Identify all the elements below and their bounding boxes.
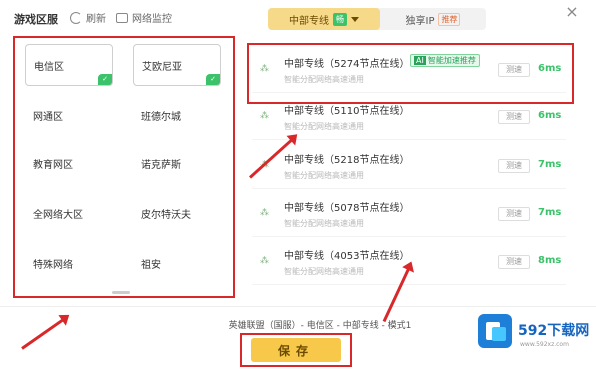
save-button[interactable]: 保存 bbox=[251, 338, 341, 362]
line-name: 中部专线（4053节点在线） bbox=[284, 251, 410, 262]
tab-dedicated-ip[interactable]: 独享IP 推荐 bbox=[380, 8, 486, 30]
node-icon: ⁂ bbox=[260, 111, 269, 121]
region-item[interactable]: 祖安 bbox=[133, 242, 221, 284]
refresh-button[interactable]: 刷新 bbox=[70, 10, 106, 25]
annotation-arrow bbox=[21, 317, 66, 350]
selected-line-highlight bbox=[247, 43, 574, 104]
line-name: 中部专线（5218节点在线） bbox=[284, 155, 410, 166]
region-list: 电信区 艾欧尼亚 网通区 班德尔城 教育网区 诺克萨斯 全网络大区 皮尔特沃夫 … bbox=[13, 36, 235, 298]
region-item[interactable]: 网通区 bbox=[25, 94, 113, 136]
monitor-label: 网络监控 bbox=[132, 14, 172, 25]
divider bbox=[0, 306, 596, 307]
chevron-down-icon bbox=[351, 16, 359, 22]
speed-test-button[interactable]: 测速 bbox=[498, 159, 530, 173]
selection-summary: 英雄联盟（国服）- 电信区 - 中部专线 - 模式1 bbox=[228, 321, 412, 331]
region-item[interactable]: 班德尔城 bbox=[133, 94, 221, 136]
tab-central-line-label: 中部专线 bbox=[289, 15, 329, 27]
latency-value: 7ms bbox=[538, 207, 562, 218]
region-item[interactable]: 皮尔特沃夫 bbox=[133, 192, 221, 234]
latency-value: 8ms bbox=[538, 255, 562, 266]
region-item[interactable]: 特殊网络 bbox=[25, 242, 113, 284]
region-label: 班德尔城 bbox=[141, 111, 181, 123]
site-watermark: 592下载网 www.592xz.com bbox=[478, 310, 592, 360]
tab-central-line-badge: 畅 bbox=[333, 12, 347, 26]
region-label: 电信区 bbox=[34, 61, 64, 73]
region-item[interactable]: 电信区 bbox=[25, 44, 113, 86]
close-icon[interactable]: × bbox=[564, 4, 580, 20]
scroll-handle[interactable] bbox=[112, 291, 130, 294]
line-desc: 智能分配网络高速通用 bbox=[284, 219, 364, 228]
tab-dedicated-ip-label: 独享IP bbox=[405, 15, 435, 27]
line-type-tabs: 中部专线 畅 独享IP 推荐 bbox=[268, 8, 486, 30]
region-label: 全网络大区 bbox=[33, 209, 83, 221]
line-name: 中部专线（5078节点在线） bbox=[284, 203, 410, 214]
region-label: 网通区 bbox=[33, 111, 63, 123]
recommend-badge: 推荐 bbox=[438, 12, 461, 26]
watermark-name: 592下载网 bbox=[518, 323, 590, 339]
line-row[interactable]: ⁂ 中部专线（5218节点在线） 智能分配网络高速通用 测速 7ms bbox=[252, 145, 566, 189]
region-item[interactable]: 教育网区 bbox=[25, 142, 113, 184]
line-desc: 智能分配网络高速通用 bbox=[284, 267, 364, 276]
region-item[interactable]: 全网络大区 bbox=[25, 192, 113, 234]
region-item[interactable]: 艾欧尼亚 bbox=[133, 44, 221, 86]
region-label: 特殊网络 bbox=[33, 259, 73, 271]
tab-central-line[interactable]: 中部专线 畅 bbox=[268, 8, 380, 30]
region-item[interactable]: 诺克萨斯 bbox=[133, 142, 221, 184]
line-name: 中部专线（5110节点在线） bbox=[284, 106, 410, 117]
speed-test-button[interactable]: 测速 bbox=[498, 255, 530, 269]
region-label: 教育网区 bbox=[33, 159, 73, 171]
site-logo-icon bbox=[478, 314, 512, 348]
region-label: 祖安 bbox=[141, 259, 161, 271]
node-icon: ⁂ bbox=[260, 256, 269, 266]
region-label: 艾欧尼亚 bbox=[142, 61, 182, 73]
node-icon: ⁂ bbox=[260, 208, 269, 218]
line-desc: 智能分配网络高速通用 bbox=[284, 122, 364, 131]
region-title: 游戏区服 bbox=[14, 13, 58, 26]
monitor-icon bbox=[116, 12, 128, 23]
line-desc: 智能分配网络高速通用 bbox=[284, 171, 364, 180]
save-button-frame: 保存 bbox=[240, 333, 352, 367]
region-label: 诺克萨斯 bbox=[141, 159, 181, 171]
network-monitor-button[interactable]: 网络监控 bbox=[116, 10, 172, 25]
latency-value: 6ms bbox=[538, 110, 562, 121]
latency-value: 7ms bbox=[538, 159, 562, 170]
dialog-header: 游戏区服 刷新 网络监控 中部专线 畅 独享IP 推荐 × bbox=[0, 0, 596, 36]
line-row[interactable]: ⁂ 中部专线（5078节点在线） 智能分配网络高速通用 测速 7ms bbox=[252, 193, 566, 237]
watermark-url: www.592xz.com bbox=[520, 341, 569, 348]
refresh-icon bbox=[70, 11, 82, 24]
speed-test-button[interactable]: 测速 bbox=[498, 110, 530, 124]
speed-test-button[interactable]: 测速 bbox=[498, 207, 530, 221]
region-label: 皮尔特沃夫 bbox=[141, 209, 191, 221]
refresh-label: 刷新 bbox=[86, 14, 106, 25]
